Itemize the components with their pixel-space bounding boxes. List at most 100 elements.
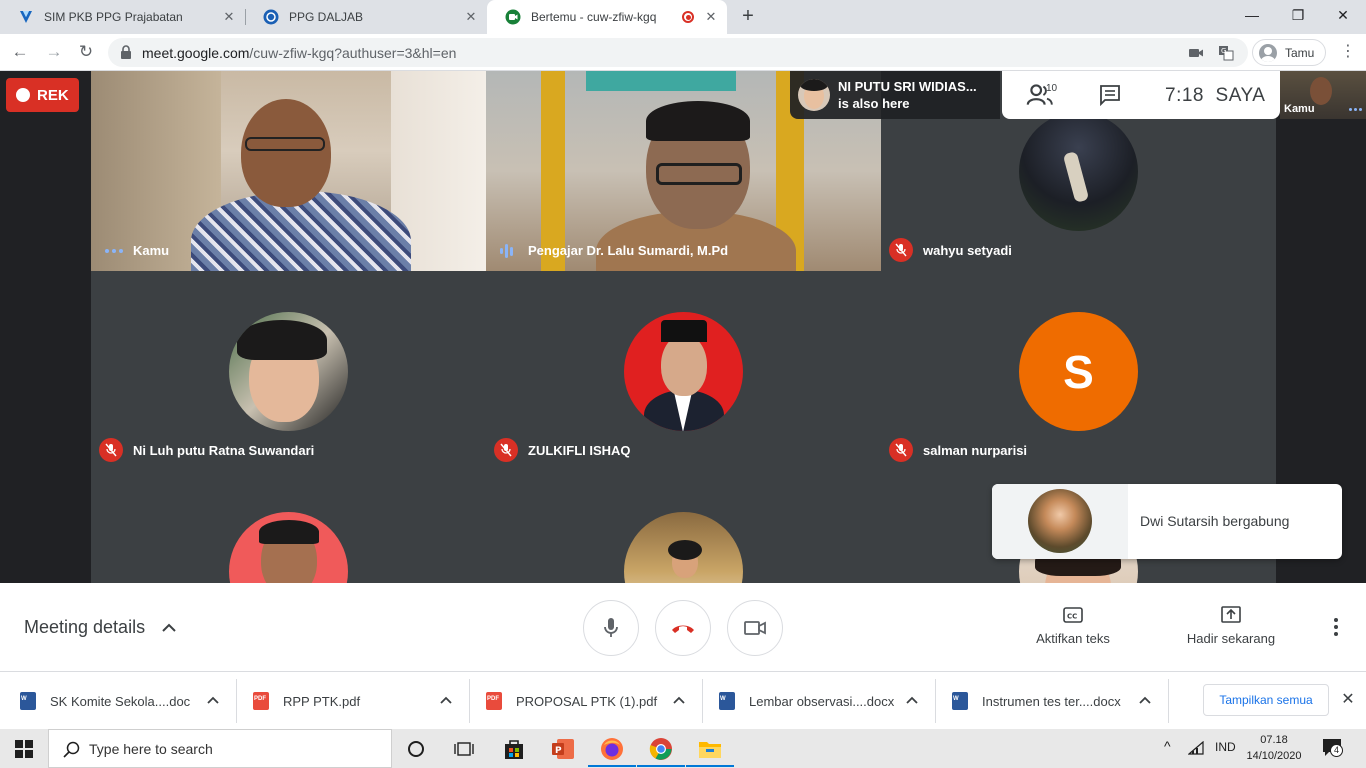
download-filename: Instrumen tes ter....docx — [982, 693, 1121, 709]
video-feed — [91, 71, 486, 271]
store-icon[interactable] — [502, 737, 526, 761]
download-item[interactable]: PDF PROPOSAL PTK (1).pdf — [486, 672, 701, 730]
microphone-button[interactable] — [583, 600, 639, 656]
download-item[interactable]: W Instrumen tes ter....docx — [952, 672, 1167, 730]
clock-time: 07.18 — [1260, 734, 1288, 746]
windows-start-icon[interactable] — [15, 740, 33, 758]
tab-title: Bertemu - cuw-zfiw-kgq — [531, 10, 657, 24]
svg-text:G: G — [1221, 47, 1226, 55]
chevron-up-icon[interactable] — [438, 692, 454, 708]
profile-button[interactable]: Tamu — [1252, 39, 1326, 66]
show-all-downloads-button[interactable]: Tampilkan semua — [1203, 684, 1329, 716]
tab-close-icon[interactable]: ✕ — [463, 9, 479, 25]
new-tab-icon[interactable]: + — [738, 6, 758, 26]
present-now-button[interactable]: Hadir sekarang — [1166, 605, 1296, 646]
participant-name: wahyu setyadi — [923, 243, 1012, 258]
chevron-up-icon[interactable] — [160, 619, 178, 637]
chevron-up-icon[interactable] — [671, 692, 687, 708]
close-shelf-icon[interactable]: ✕ — [1338, 690, 1358, 710]
tab-sim-pkb[interactable]: SIM PKB PPG Prajabatan ✕ — [0, 0, 245, 34]
more-options-icon[interactable] — [1326, 617, 1346, 637]
notice-text: is also here — [838, 96, 910, 111]
participant-avatar — [798, 79, 830, 111]
downloads-shelf: W SK Komite Sekola....doc PDF RPP PTK.pd… — [0, 671, 1366, 729]
tray-chevron-up-icon[interactable]: ^ — [1164, 738, 1171, 754]
participant-tile-ni-luh[interactable]: Ni Luh putu Ratna Suwandari — [91, 271, 486, 471]
firefox-icon[interactable] — [588, 737, 636, 767]
participant-tile-self[interactable]: Kamu — [91, 71, 486, 271]
back-icon[interactable]: ← — [8, 40, 32, 64]
recording-label: REK — [37, 86, 69, 104]
svg-text:CC: CC — [1067, 613, 1077, 621]
speaking-indicator-icon — [500, 244, 513, 258]
self-label: SAYA — [1215, 85, 1266, 106]
meeting-details-button[interactable]: Meeting details — [24, 617, 145, 638]
system-clock[interactable]: 07.18 14/10/2020 — [1244, 732, 1304, 764]
translate-icon[interactable]: G — [1218, 45, 1234, 61]
meet-top-bar: 10 7:18 SAYA — [1002, 71, 1280, 119]
word-file-icon: W — [20, 692, 36, 710]
search-placeholder: Type here to search — [89, 741, 213, 757]
chat-icon[interactable] — [1099, 84, 1121, 106]
muted-mic-icon — [494, 438, 518, 462]
participant-tile-zulkifli[interactable]: ZULKIFLI ISHAQ — [486, 271, 881, 471]
tab-ppg-daljab[interactable]: PPG DALJAB ✕ — [245, 0, 487, 34]
download-item[interactable]: W Lembar observasi....docx — [719, 672, 934, 730]
divider — [702, 679, 703, 723]
join-notification: Dwi Sutarsih bergabung — [992, 484, 1342, 559]
participant-tile-row3-2[interactable] — [486, 471, 881, 583]
input-language[interactable]: IND — [1215, 740, 1236, 754]
address-bar[interactable]: meet.google.com/cuw-zfiw-kgq?authuser=3&… — [108, 38, 1248, 67]
hang-up-icon — [672, 625, 694, 633]
download-filename: SK Komite Sekola....doc — [50, 693, 191, 709]
download-item[interactable]: PDF RPP PTK.pdf — [253, 672, 468, 730]
chevron-up-icon[interactable] — [205, 692, 221, 708]
participant-tile-salman[interactable]: S salman nurparisi — [881, 271, 1276, 471]
chevron-up-icon[interactable] — [1137, 692, 1153, 708]
svg-text:P: P — [555, 746, 562, 756]
file-explorer-icon[interactable] — [686, 737, 734, 767]
reload-icon[interactable]: ↻ — [74, 40, 98, 64]
closed-captions-icon: CC — [1063, 607, 1083, 623]
chrome-icon[interactable] — [637, 737, 685, 767]
join-notification-text: Dwi Sutarsih bergabung — [1140, 513, 1290, 529]
tab-close-icon[interactable]: ✕ — [221, 9, 237, 25]
participant-tile-row3-1[interactable] — [91, 471, 486, 583]
download-filename: Lembar observasi....docx — [749, 693, 895, 709]
powerpoint-icon[interactable]: P — [551, 737, 575, 761]
participant-avatar — [624, 312, 743, 431]
browser-menu-icon[interactable]: ⋮ — [1338, 42, 1358, 62]
tab-close-icon[interactable]: ✕ — [703, 9, 719, 25]
browser-tab-strip: SIM PKB PPG Prajabatan ✕ PPG DALJAB ✕ Be… — [0, 0, 1366, 34]
network-icon[interactable] — [1188, 741, 1204, 755]
action-center-icon[interactable]: 4 — [1322, 738, 1344, 758]
also-here-notice: NI PUTU SRI WIDIAS... is also here — [790, 71, 1000, 119]
download-item[interactable]: W SK Komite Sekola....doc — [20, 672, 235, 730]
kemdikbud-icon — [263, 9, 279, 25]
camera-button[interactable] — [727, 600, 783, 656]
minimize-icon[interactable]: — — [1229, 0, 1275, 30]
chevron-up-icon[interactable] — [904, 692, 920, 708]
forward-icon[interactable]: → — [42, 40, 66, 64]
restore-icon[interactable]: ❐ — [1275, 0, 1321, 30]
captions-button[interactable]: CC Aktifkan teks — [1008, 605, 1138, 646]
taskbar-search[interactable]: Type here to search — [48, 729, 392, 768]
more-options-icon[interactable] — [1349, 108, 1362, 111]
window-close-icon[interactable]: ✕ — [1320, 0, 1366, 30]
self-thumbnail[interactable]: Kamu — [1280, 71, 1366, 119]
task-view-icon[interactable] — [452, 737, 476, 761]
cortana-icon[interactable] — [404, 737, 428, 761]
participant-avatar — [1028, 489, 1092, 553]
participant-name: Kamu — [133, 243, 170, 258]
leave-call-button[interactable] — [655, 600, 711, 656]
tab-meet[interactable]: Bertemu - cuw-zfiw-kgq ✕ — [487, 0, 727, 34]
recording-badge[interactable]: REK — [6, 78, 79, 112]
word-file-icon: W — [952, 692, 968, 710]
pdf-file-icon: PDF — [253, 692, 269, 710]
letter-avatar: S — [1019, 312, 1138, 431]
more-options-icon[interactable] — [105, 249, 123, 253]
url-path: /cuw-zfiw-kgq?authuser=3&hl=en — [249, 45, 457, 61]
participant-avatar — [624, 512, 743, 583]
url-host: meet.google.com — [142, 45, 250, 61]
camera-permission-icon[interactable] — [1188, 45, 1204, 61]
